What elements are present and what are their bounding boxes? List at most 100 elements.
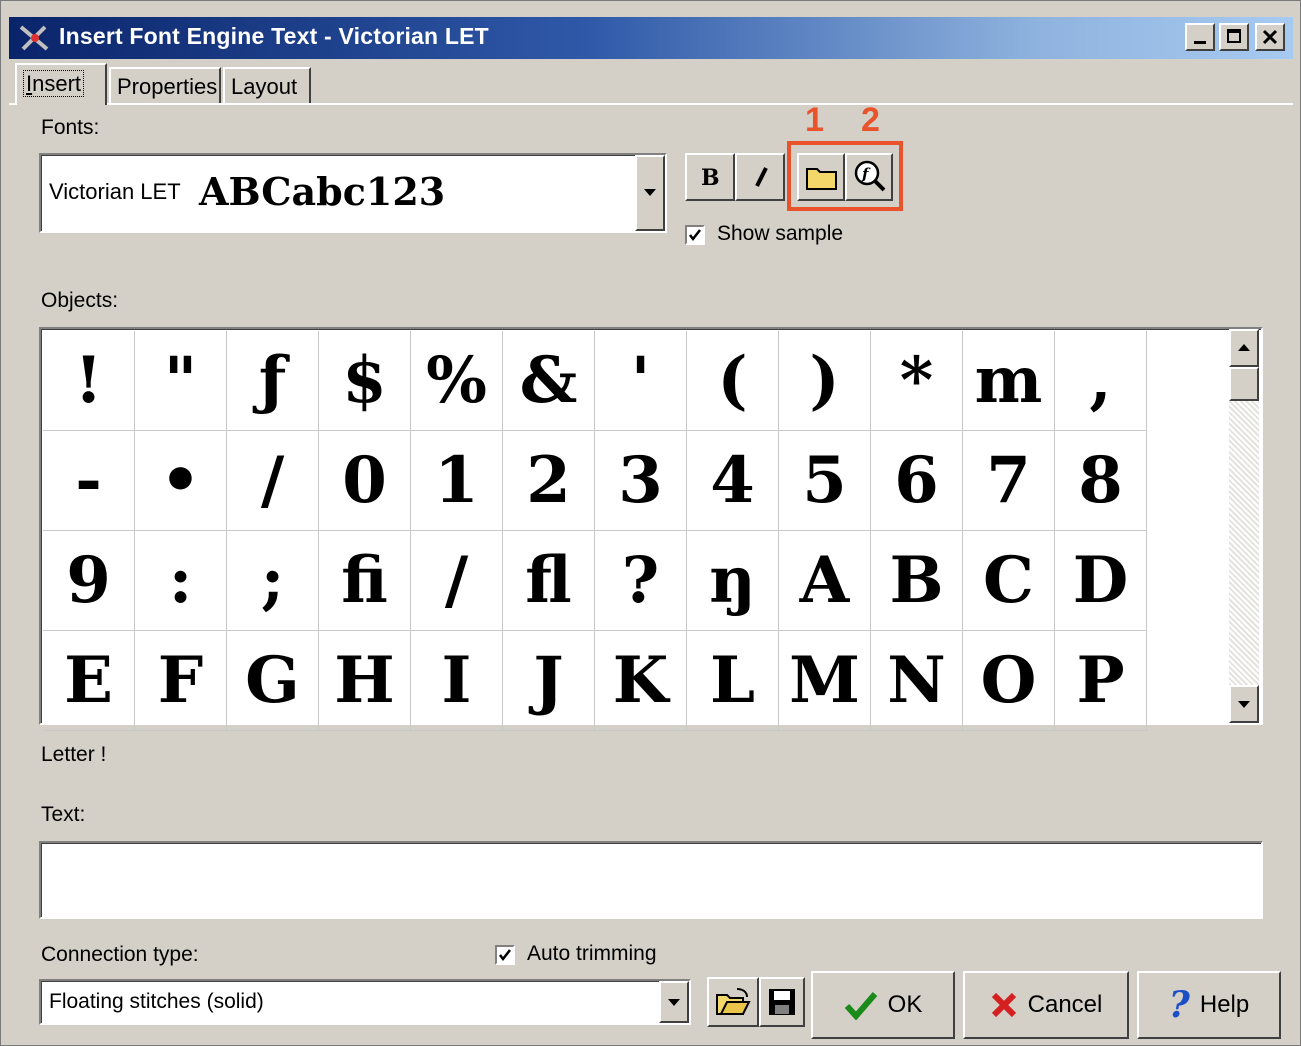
selected-object-status: Letter !	[41, 743, 107, 766]
check-icon	[689, 229, 701, 242]
glyph-cell[interactable]: m	[963, 331, 1055, 431]
glyph-cell[interactable]: 0	[319, 431, 411, 531]
annotation-marker-2: 2	[861, 101, 880, 139]
glyph-cell[interactable]: &	[503, 331, 595, 431]
window-title: Insert Font Engine Text - Victorian LET	[59, 23, 489, 49]
glyph-cell[interactable]: 6	[871, 431, 963, 531]
glyph-cell[interactable]: (	[687, 331, 779, 431]
objects-label: Objects:	[41, 289, 119, 312]
glyph-cell[interactable]: ?	[595, 531, 687, 631]
glyph-cell[interactable]: fi	[319, 531, 411, 631]
glyph-cell[interactable]: /	[227, 431, 319, 531]
scroll-down-button[interactable]	[1229, 685, 1259, 723]
glyph-cell[interactable]: ŋ	[687, 531, 779, 631]
dialog-window: Insert Font Engine Text - Victorian LET …	[0, 0, 1301, 1046]
glyph-cell[interactable]: B	[871, 531, 963, 631]
glyph-cell[interactable]: G	[227, 631, 319, 731]
italic-icon	[755, 167, 768, 187]
glyph-cell[interactable]: C	[963, 531, 1055, 631]
glyph-grid: ! " ƒ $% & '() * m, - •/0 1 2 3 4 5 6 7 8 9:; fi / fl? ŋ A B C D E F…	[43, 331, 1147, 731]
connection-type-select[interactable]: Floating stitches (solid)	[39, 979, 691, 1025]
close-button[interactable]	[1255, 23, 1285, 51]
tab-layout[interactable]: Layout	[223, 67, 311, 103]
italic-button[interactable]	[735, 153, 785, 201]
highlight-box	[787, 141, 903, 211]
glyph-cell[interactable]: 5	[779, 431, 871, 531]
glyph-cell[interactable]: •	[135, 431, 227, 531]
glyph-cell[interactable]: 8	[1055, 431, 1147, 531]
glyph-cell[interactable]: 9	[43, 531, 135, 631]
glyph-cell[interactable]: ;	[227, 531, 319, 631]
minimize-icon	[1194, 41, 1206, 44]
cancel-label: Cancel	[1027, 991, 1103, 1018]
font-dropdown-button[interactable]	[635, 155, 665, 231]
glyph-cell[interactable]: L	[687, 631, 779, 731]
fonts-label: Fonts:	[41, 116, 100, 139]
font-name: Victorian LET	[49, 179, 181, 204]
auto-trimming-label: Auto trimming	[527, 942, 657, 965]
chevron-down-icon	[1238, 701, 1250, 708]
glyph-cell[interactable]: M	[779, 631, 871, 731]
close-icon	[1262, 29, 1278, 45]
scroll-track[interactable]	[1229, 401, 1259, 685]
glyph-cell[interactable]: E	[43, 631, 135, 731]
glyph-cell[interactable]: )	[779, 331, 871, 431]
glyph-cell[interactable]: N	[871, 631, 963, 731]
maximize-icon	[1227, 29, 1241, 43]
glyph-cell[interactable]: '	[595, 331, 687, 431]
glyph-cell[interactable]: O	[963, 631, 1055, 731]
glyph-cell[interactable]: 2	[503, 431, 595, 531]
tab-insert[interactable]: Insert	[15, 63, 107, 105]
check-icon	[499, 949, 511, 962]
minimize-button[interactable]	[1185, 23, 1215, 51]
text-input[interactable]	[39, 841, 1263, 919]
glyph-cell[interactable]: 3	[595, 431, 687, 531]
cancel-x-icon	[991, 992, 1016, 1018]
font-select[interactable]: Victorian LET ABCabc123	[39, 153, 667, 233]
title-bar[interactable]: Insert Font Engine Text - Victorian LET	[9, 17, 1293, 59]
help-button[interactable]: ? Help	[1137, 971, 1281, 1039]
tab-label: Properties	[117, 74, 218, 99]
glyph-cell[interactable]: fl	[503, 531, 595, 631]
glyph-cell[interactable]: %	[411, 331, 503, 431]
glyph-cell[interactable]: D	[1055, 531, 1147, 631]
glyph-cell[interactable]: !	[43, 331, 135, 431]
tab-panel-border	[9, 103, 1293, 105]
connection-dropdown-button[interactable]	[659, 981, 689, 1023]
show-sample-checkbox[interactable]	[685, 225, 705, 245]
ok-button[interactable]: OK	[811, 971, 955, 1039]
glyph-cell[interactable]: 1	[411, 431, 503, 531]
glyph-cell[interactable]: J	[503, 631, 595, 731]
glyph-cell[interactable]: /	[411, 531, 503, 631]
glyph-cell[interactable]: ƒ	[227, 331, 319, 431]
auto-trimming-checkbox[interactable]	[495, 945, 515, 965]
glyph-cell[interactable]: P	[1055, 631, 1147, 731]
cancel-button[interactable]: Cancel	[963, 971, 1129, 1039]
text-label: Text:	[41, 803, 86, 826]
glyph-cell[interactable]: 4	[687, 431, 779, 531]
glyph-cell[interactable]: 7	[963, 431, 1055, 531]
open-file-button[interactable]	[707, 977, 759, 1027]
connection-type-label: Connection type:	[41, 943, 199, 966]
glyph-cell[interactable]: :	[135, 531, 227, 631]
app-needle-icon	[19, 25, 49, 51]
glyph-cell[interactable]: I	[411, 631, 503, 731]
open-folder-icon	[716, 988, 751, 1015]
glyph-cell[interactable]: F	[135, 631, 227, 731]
bold-button[interactable]: B	[685, 153, 735, 201]
glyph-cell[interactable]: ,	[1055, 331, 1147, 431]
glyph-cell[interactable]: H	[319, 631, 411, 731]
glyph-cell[interactable]: $	[319, 331, 411, 431]
chevron-down-icon	[644, 189, 656, 196]
glyph-cell[interactable]: -	[43, 431, 135, 531]
glyph-cell[interactable]: *	[871, 331, 963, 431]
glyph-cell[interactable]: "	[135, 331, 227, 431]
glyph-cell[interactable]: A	[779, 531, 871, 631]
scroll-thumb[interactable]	[1229, 367, 1259, 401]
glyph-cell[interactable]: K	[595, 631, 687, 731]
save-file-button[interactable]	[759, 977, 805, 1027]
font-sample: ABCabc123	[199, 169, 446, 214]
tab-properties[interactable]: Properties	[109, 67, 221, 103]
maximize-button[interactable]	[1219, 23, 1249, 51]
scroll-up-button[interactable]	[1229, 329, 1259, 367]
